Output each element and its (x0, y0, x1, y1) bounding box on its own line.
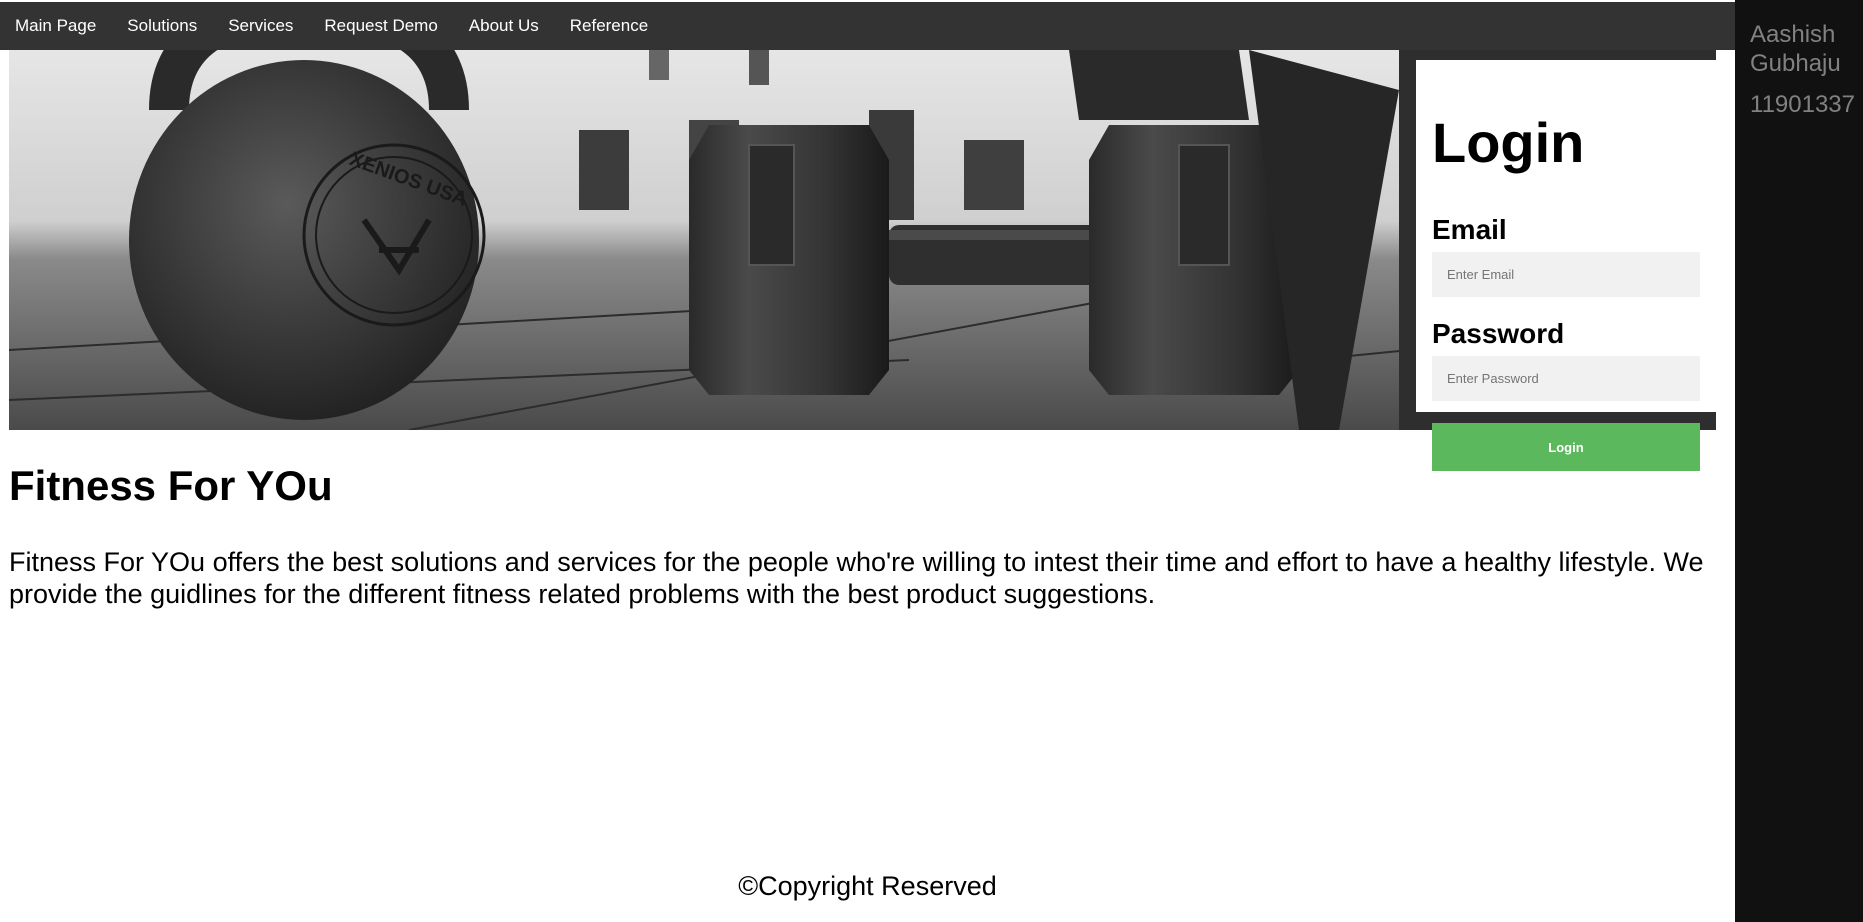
intro-paragraph: Fitness For YOu offers the best solution… (9, 547, 1704, 609)
page-title: Fitness For YOu (9, 462, 333, 509)
footer-copyright: ©Copyright Reserved (738, 871, 997, 901)
nav-main-page[interactable]: Main Page (0, 2, 112, 50)
nav-services[interactable]: Services (213, 2, 309, 50)
password-input[interactable] (1432, 356, 1700, 401)
author-name: Aashish Gubhaju (1750, 21, 1841, 77)
author-id: 11901337 (1750, 91, 1855, 118)
side-panel: Aashish Gubhaju 11901337 (1735, 0, 1863, 922)
top-nav: Main Page Solutions Services Request Dem… (0, 2, 1735, 50)
email-input[interactable] (1432, 252, 1700, 297)
nav-reference[interactable]: Reference (555, 2, 664, 50)
nav-solutions[interactable]: Solutions (112, 2, 213, 50)
nav-about-us[interactable]: About Us (454, 2, 555, 50)
password-label: Password (1432, 318, 1565, 349)
login-button[interactable]: Login (1432, 423, 1700, 471)
email-label: Email (1432, 214, 1507, 245)
login-title: Login (1432, 111, 1585, 174)
page: Main Page Solutions Services Request Dem… (0, 0, 1863, 922)
nav-request-demo[interactable]: Request Demo (309, 2, 453, 50)
